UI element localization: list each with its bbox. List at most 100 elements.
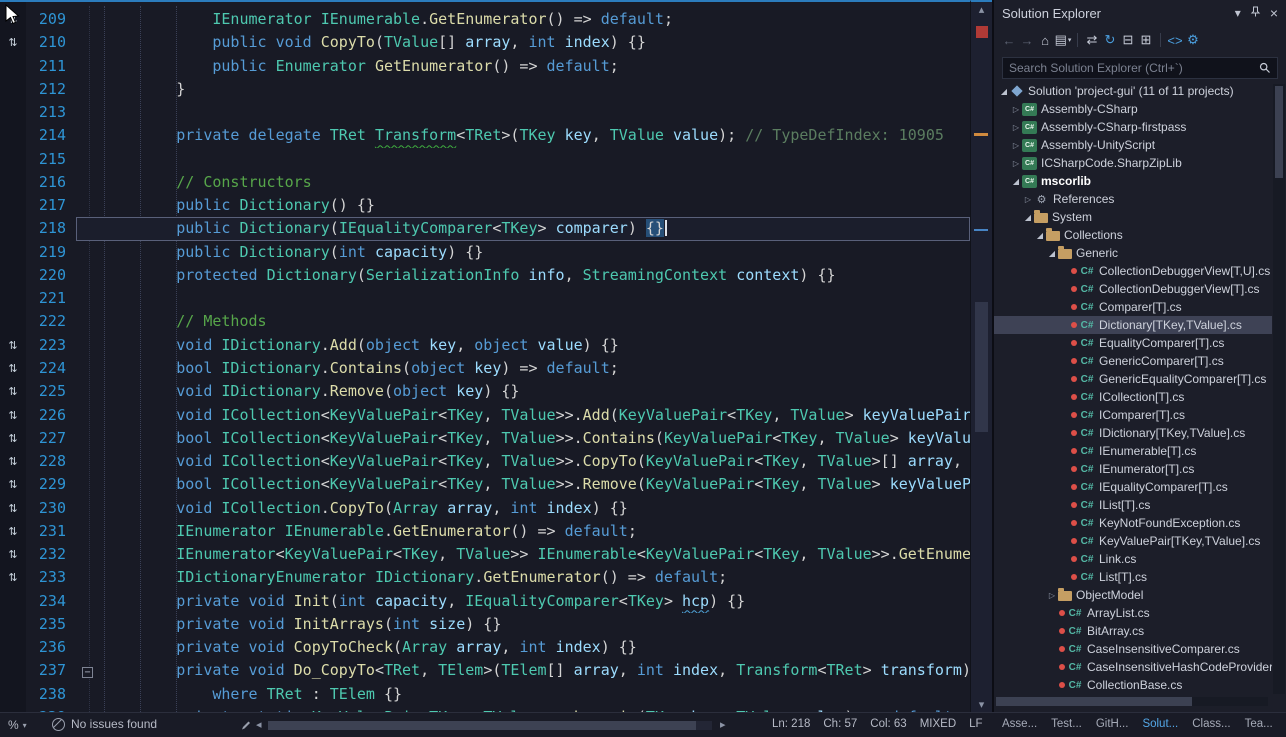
tree-item[interactable]: C#KeyNotFoundException.cs (994, 514, 1272, 532)
panel-tab-tea[interactable]: Tea... (1245, 718, 1273, 730)
tree-item[interactable]: C#ArrayList.cs (994, 604, 1272, 622)
sync-with-active-document-icon[interactable]: ⇄ (1083, 32, 1101, 48)
expanded-arrow-icon[interactable]: ◢ (1034, 231, 1046, 240)
panel-tab-class[interactable]: Class... (1192, 718, 1230, 730)
scrollbar-thumb[interactable] (268, 721, 696, 730)
home-icon[interactable]: ⌂ (1036, 33, 1054, 48)
fold-toggle-icon[interactable]: − (76, 659, 100, 682)
search-icon[interactable] (1259, 62, 1271, 74)
tree-item[interactable]: C#IEnumerator[T].cs (994, 460, 1272, 478)
collapsed-arrow-icon[interactable]: ▷ (1010, 141, 1022, 150)
tree-item[interactable]: C#IList[T].cs (994, 496, 1272, 514)
show-all-files-icon[interactable]: ⊞ (1137, 32, 1155, 48)
refresh-icon[interactable]: ↻ (1101, 32, 1119, 48)
indent-mode-indicator[interactable]: MIXED (920, 718, 956, 730)
issues-status[interactable]: No issues found (52, 717, 157, 731)
reference-glyph-icon[interactable]: ⇅ (0, 520, 26, 543)
tree-item[interactable]: ◢Generic (994, 244, 1272, 262)
collapsed-arrow-icon[interactable]: ▷ (1010, 105, 1022, 114)
tree-item[interactable]: ▷ObjectModel (994, 586, 1272, 604)
code-text[interactable]: public Dictionary() {} (100, 194, 970, 217)
switch-views-icon[interactable]: ▤▾ (1054, 32, 1072, 48)
panel-tab-test[interactable]: Test... (1051, 718, 1082, 730)
view-code-icon[interactable]: <> (1166, 33, 1184, 48)
expanded-arrow-icon[interactable]: ◢ (1010, 177, 1022, 186)
forward-icon[interactable]: → (1018, 33, 1036, 48)
tree-horizontal-scrollbar[interactable] (996, 697, 1268, 706)
back-icon[interactable]: ← (1000, 33, 1018, 48)
chevron-down-icon[interactable]: ▾ (1235, 6, 1241, 20)
line-indicator[interactable]: Ln: 218 (772, 718, 810, 730)
tree-item[interactable]: C#IComparer[T].cs (994, 406, 1272, 424)
tree-item[interactable]: C#Comparer[T].cs (994, 298, 1272, 316)
zoom-control[interactable]: % ▾ (8, 718, 27, 732)
tree-item[interactable]: C#CollectionBase.cs (994, 676, 1272, 694)
code-text[interactable]: private void InitArrays(int size) {} (100, 613, 970, 636)
tree-item[interactable]: ◢System (994, 208, 1272, 226)
code-text[interactable]: IEnumerator<KeyValuePair<TKey, TValue>> … (100, 543, 970, 566)
reference-glyph-icon[interactable]: ⇅ (0, 31, 26, 54)
tree-item[interactable]: C#EqualityComparer[T].cs (994, 334, 1272, 352)
tree-item[interactable]: C#CollectionDebuggerView[T,U].cs (994, 262, 1272, 280)
tree-vertical-scrollbar[interactable] (1273, 84, 1285, 694)
panel-tab-solut[interactable]: Solut... (1142, 718, 1178, 730)
code-text[interactable] (100, 101, 970, 124)
code-text[interactable]: private void Do_CopyTo<TRet, TElem>(TEle… (100, 659, 970, 682)
code-text[interactable]: void ICollection.CopyTo(Array array, int… (100, 497, 970, 520)
code-text[interactable]: public Dictionary(int capacity) {} (100, 241, 970, 264)
code-text[interactable] (100, 287, 970, 310)
scrollbar-thumb[interactable] (975, 302, 988, 432)
code-text[interactable]: public Dictionary(IEqualityComparer<TKey… (100, 217, 970, 240)
reference-glyph-icon[interactable]: ⇅ (0, 357, 26, 380)
panel-tab-gith[interactable]: GitH... (1096, 718, 1129, 730)
collapsed-arrow-icon[interactable]: ▷ (1010, 159, 1022, 168)
tree-item[interactable]: ▷C#Assembly-CSharp (994, 100, 1272, 118)
collapsed-arrow-icon[interactable]: ▷ (1046, 591, 1058, 600)
tree-item[interactable]: C#Link.cs (994, 550, 1272, 568)
tree-item[interactable]: ▷C#Assembly-UnityScript (994, 136, 1272, 154)
code-text[interactable]: // Constructors (100, 171, 970, 194)
code-text[interactable]: private static KeyValuePair<TKey, TValue… (100, 706, 970, 712)
expanded-arrow-icon[interactable]: ◢ (1046, 249, 1058, 258)
tree-item[interactable]: C#BitArray.cs (994, 622, 1272, 640)
code-text[interactable]: // Methods (100, 310, 970, 333)
reference-glyph-icon[interactable]: ⇅ (0, 380, 26, 403)
properties-icon[interactable]: ⚙ (1184, 32, 1202, 48)
tree-item[interactable]: C#List[T].cs (994, 568, 1272, 586)
editor-vertical-scrollbar[interactable]: ▴ ▾ (970, 0, 992, 712)
code-text[interactable]: bool IDictionary.Contains(object key) =>… (100, 357, 970, 380)
tree-item[interactable]: C#IDictionary[TKey,TValue].cs (994, 424, 1272, 442)
code-text[interactable]: bool ICollection<KeyValuePair<TKey, TVal… (100, 473, 970, 496)
collapsed-arrow-icon[interactable]: ▷ (1010, 123, 1022, 132)
scrollbar-thumb[interactable] (1275, 86, 1283, 178)
expanded-arrow-icon[interactable]: ◢ (998, 87, 1010, 96)
tree-item[interactable]: C#IEnumerable[T].cs (994, 442, 1272, 460)
reference-glyph-icon[interactable]: ⇅ (0, 334, 26, 357)
eol-indicator[interactable]: LF (969, 718, 982, 730)
tree-item[interactable]: C#KeyValuePair[TKey,TValue].cs (994, 532, 1272, 550)
code-text[interactable]: private void CopyToCheck(Array array, in… (100, 636, 970, 659)
code-text[interactable]: IEnumerator IEnumerable.GetEnumerator() … (100, 8, 970, 31)
code-text[interactable]: void IDictionary.Add(object key, object … (100, 334, 970, 357)
code-text[interactable]: void ICollection<KeyValuePair<TKey, TVal… (100, 450, 970, 473)
tree-item[interactable]: ◢Solution 'project-gui' (11 of 11 projec… (994, 82, 1272, 100)
collapse-all-icon[interactable]: ⊟ (1119, 32, 1137, 48)
reference-glyph-icon[interactable]: ⇅ (0, 543, 26, 566)
tree-item[interactable]: C#GenericEqualityComparer[T].cs (994, 370, 1272, 388)
reference-glyph-icon[interactable]: ⇅ (0, 427, 26, 450)
code-text[interactable] (100, 148, 970, 171)
char-indicator[interactable]: Ch: 57 (823, 718, 857, 730)
tree-item[interactable]: C#CollectionDebuggerView[T].cs (994, 280, 1272, 298)
reference-glyph-icon[interactable]: ⇅ (0, 450, 26, 473)
scroll-up-icon[interactable]: ▴ (971, 3, 992, 16)
code-text[interactable]: bool ICollection<KeyValuePair<TKey, TVal… (100, 427, 970, 450)
code-text[interactable]: public Enumerator GetEnumerator() => def… (100, 55, 970, 78)
code-text[interactable]: where TRet : TElem {} (100, 683, 970, 706)
reference-glyph-icon[interactable]: ⇅ (0, 566, 26, 589)
tree-item[interactable]: ▷⚙References (994, 190, 1272, 208)
code-text[interactable]: private void Init(int capacity, IEqualit… (100, 590, 970, 613)
tree-item[interactable]: ▷C#Assembly-CSharp-firstpass (994, 118, 1272, 136)
code-text[interactable]: private delegate TRet Transform<TRet>(TK… (100, 124, 970, 147)
scroll-right-icon[interactable]: ▸ (720, 718, 726, 731)
expanded-arrow-icon[interactable]: ◢ (1022, 213, 1034, 222)
